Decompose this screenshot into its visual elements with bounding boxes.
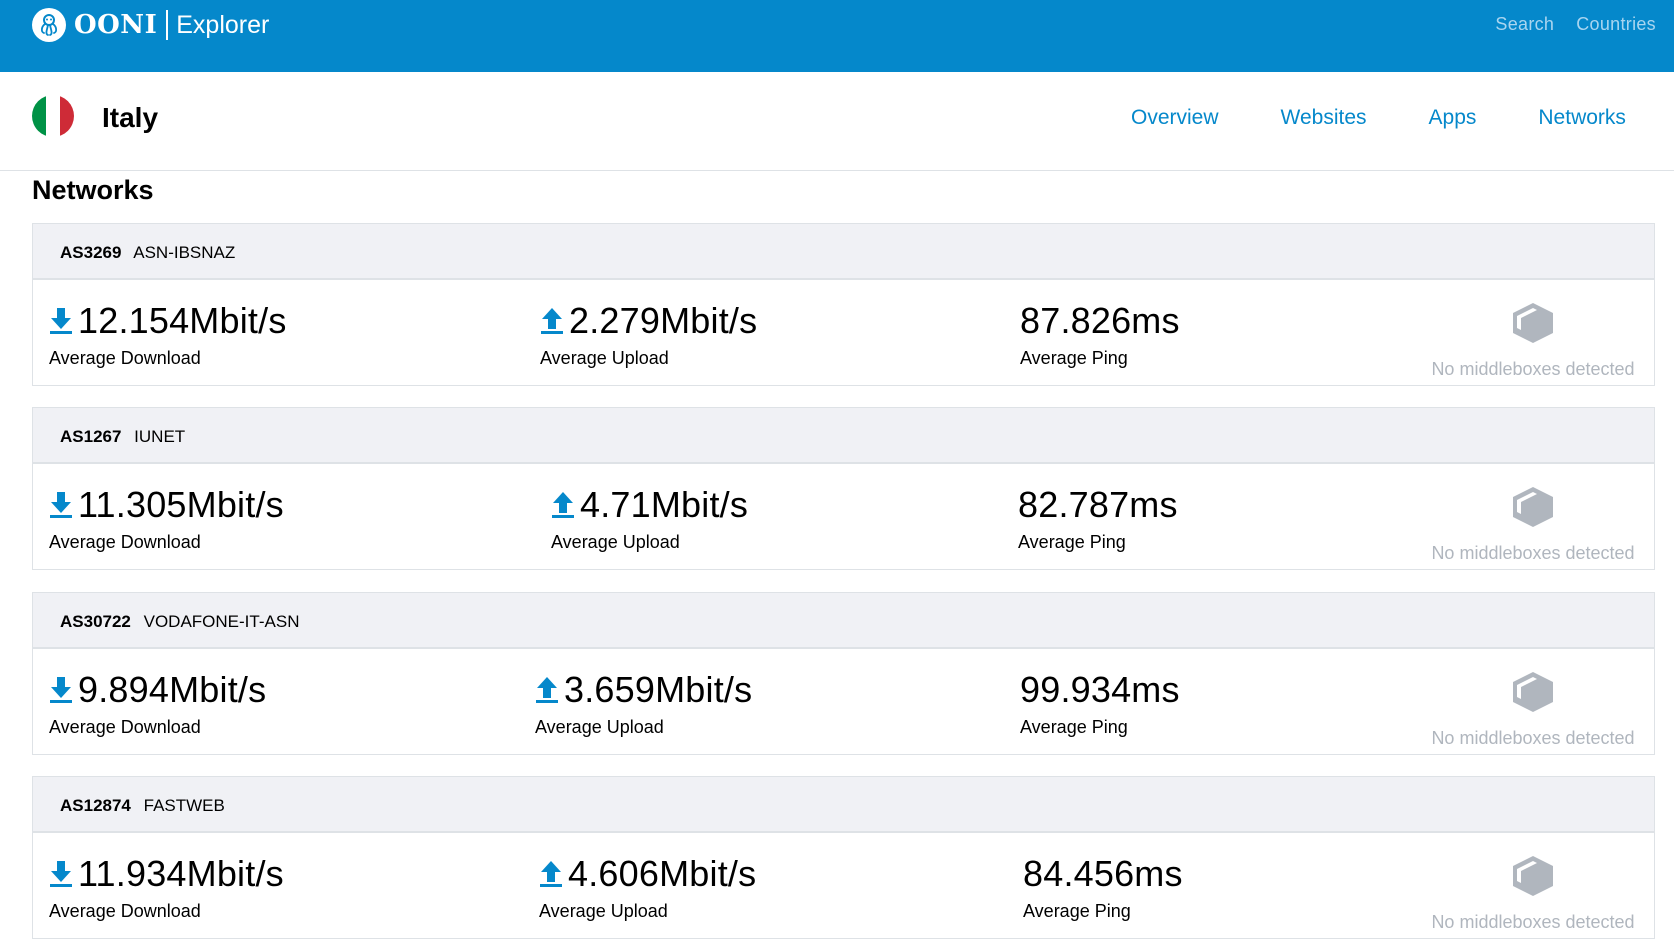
country-tabs: Overview Websites Apps Networks	[1131, 106, 1626, 130]
upload-arrow-icon	[541, 308, 563, 334]
ping-metric: 87.826ms Average Ping	[1020, 300, 1180, 369]
network-card: AS3269 ASN-IBSNAZ 12.154Mbit/s Average D…	[32, 223, 1655, 386]
download-metric: 9.894Mbit/s Average Download	[49, 669, 266, 738]
network-card-header: AS12874 FASTWEB	[33, 777, 1654, 833]
download-arrow-icon	[50, 492, 72, 518]
ping-value: 84.456ms	[1023, 853, 1183, 894]
download-metric: 12.154Mbit/s Average Download	[49, 300, 287, 369]
flag-stripe-red	[60, 95, 74, 137]
download-value: 12.154Mbit/s	[78, 300, 287, 341]
network-card-header: AS1267 IUNET	[33, 408, 1654, 464]
download-label: Average Download	[49, 348, 201, 368]
octopus-logo-icon	[32, 8, 66, 42]
middlebox-status: No middleboxes detected	[1428, 486, 1638, 564]
ping-label: Average Ping	[1018, 532, 1126, 552]
ping-value: 82.787ms	[1018, 484, 1178, 525]
network-asn: AS3269	[60, 243, 122, 262]
middlebox-label: No middleboxes detected	[1431, 359, 1635, 379]
upload-value: 4.71Mbit/s	[580, 484, 749, 525]
download-label: Average Download	[49, 717, 201, 737]
upload-metric: 3.659Mbit/s Average Upload	[535, 669, 752, 738]
tab-networks[interactable]: Networks	[1538, 106, 1626, 130]
box-icon	[1513, 487, 1553, 527]
middlebox-status: No middleboxes detected	[1428, 302, 1638, 380]
box-icon	[1513, 856, 1553, 896]
italy-flag-icon	[32, 95, 74, 137]
network-card: AS1267 IUNET 11.305Mbit/s Average Downlo…	[32, 407, 1655, 570]
flag-stripe-green	[32, 95, 46, 137]
box-icon	[1513, 672, 1553, 712]
upload-value: 2.279Mbit/s	[569, 300, 758, 341]
top-navbar: OONI Explorer Search Countries	[0, 0, 1674, 72]
network-asn: AS1267	[60, 427, 122, 446]
upload-label: Average Upload	[539, 901, 668, 921]
ping-value: 99.934ms	[1020, 669, 1180, 710]
ping-label: Average Ping	[1020, 717, 1128, 737]
download-label: Average Download	[49, 532, 201, 552]
upload-label: Average Upload	[535, 717, 664, 737]
download-metric: 11.305Mbit/s Average Download	[49, 484, 284, 553]
download-arrow-icon	[50, 861, 72, 887]
download-arrow-icon	[50, 677, 72, 703]
middlebox-status: No middleboxes detected	[1428, 671, 1638, 749]
ping-metric: 84.456ms Average Ping	[1023, 853, 1183, 922]
ping-value: 87.826ms	[1020, 300, 1180, 341]
upload-label: Average Upload	[551, 532, 680, 552]
network-card-body: 11.934Mbit/s Average Download 4.606Mbit/…	[33, 833, 1654, 938]
ping-metric: 82.787ms Average Ping	[1018, 484, 1178, 553]
network-card-body: 9.894Mbit/s Average Download 3.659Mbit/s…	[33, 649, 1654, 754]
download-value: 11.934Mbit/s	[78, 853, 284, 894]
ping-metric: 99.934ms Average Ping	[1020, 669, 1180, 738]
box-icon	[1513, 303, 1553, 343]
ping-label: Average Ping	[1020, 348, 1128, 368]
download-arrow-icon	[50, 308, 72, 334]
tab-apps[interactable]: Apps	[1429, 106, 1477, 130]
network-name: VODAFONE-IT-ASN	[143, 612, 300, 631]
network-name: ASN-IBSNAZ	[133, 243, 236, 262]
middlebox-label: No middleboxes detected	[1431, 543, 1635, 563]
download-metric: 11.934Mbit/s Average Download	[49, 853, 284, 922]
network-card-header: AS30722 VODAFONE-IT-ASN	[33, 593, 1654, 649]
middlebox-status: No middleboxes detected	[1428, 855, 1638, 933]
top-nav: Search Countries	[1495, 14, 1656, 35]
country-name: Italy	[102, 102, 159, 133]
network-name: IUNET	[134, 427, 186, 446]
upload-metric: 4.71Mbit/s Average Upload	[551, 484, 748, 553]
ping-label: Average Ping	[1023, 901, 1131, 921]
tab-websites[interactable]: Websites	[1281, 106, 1367, 130]
country-header: Italy Overview Websites Apps Networks	[0, 72, 1674, 171]
network-card-body: 12.154Mbit/s Average Download 2.279Mbit/…	[33, 280, 1654, 385]
logo-subtitle: Explorer	[176, 10, 270, 39]
network-asn: AS30722	[60, 612, 131, 631]
upload-value: 3.659Mbit/s	[564, 669, 753, 710]
network-asn: AS12874	[60, 796, 131, 815]
middlebox-label: No middleboxes detected	[1431, 728, 1635, 748]
download-value: 11.305Mbit/s	[78, 484, 284, 525]
nav-countries-link[interactable]: Countries	[1576, 14, 1656, 35]
logo-text: OONI	[74, 10, 158, 40]
upload-arrow-icon	[552, 492, 574, 518]
network-card: AS12874 FASTWEB 11.934Mbit/s Average Dow…	[32, 776, 1655, 939]
download-label: Average Download	[49, 901, 201, 921]
download-value: 9.894Mbit/s	[78, 669, 267, 710]
upload-label: Average Upload	[540, 348, 669, 368]
upload-metric: 4.606Mbit/s Average Upload	[539, 853, 756, 922]
middlebox-label: No middleboxes detected	[1431, 912, 1635, 932]
network-card-header: AS3269 ASN-IBSNAZ	[33, 224, 1654, 280]
upload-arrow-icon	[540, 861, 562, 887]
upload-arrow-icon	[536, 677, 558, 703]
network-card-body: 11.305Mbit/s Average Download 4.71Mbit/s…	[33, 464, 1654, 569]
upload-value: 4.606Mbit/s	[568, 853, 757, 894]
network-name: FASTWEB	[143, 796, 225, 815]
section-title: Networks	[32, 175, 154, 205]
upload-metric: 2.279Mbit/s Average Upload	[540, 300, 757, 369]
logo-divider	[166, 10, 169, 40]
nav-search-link[interactable]: Search	[1495, 14, 1554, 35]
network-card: AS30722 VODAFONE-IT-ASN 9.894Mbit/s Aver…	[32, 592, 1655, 755]
tab-overview[interactable]: Overview	[1131, 106, 1219, 130]
flag-stripe-white	[46, 95, 60, 137]
ooni-explorer-logo[interactable]: OONI Explorer	[32, 7, 269, 43]
